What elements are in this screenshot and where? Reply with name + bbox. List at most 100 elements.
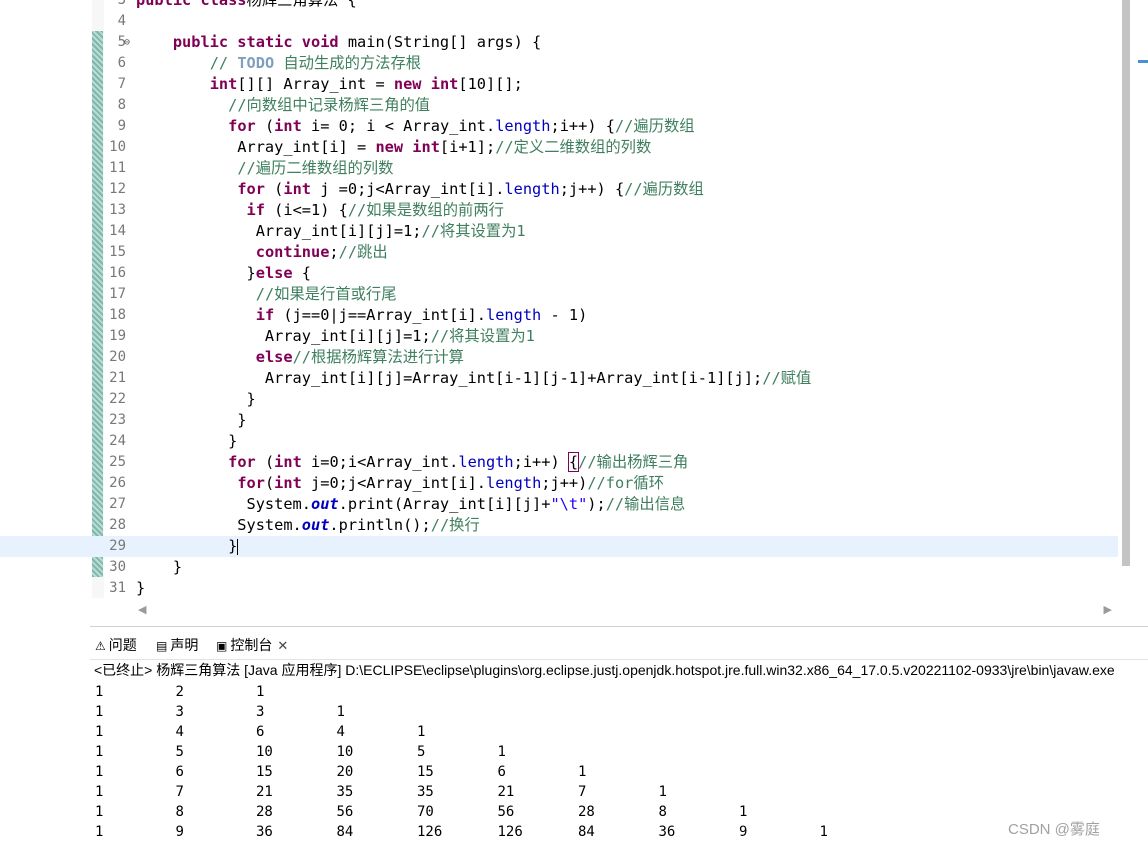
vertical-scrollbar[interactable] [1122,0,1130,566]
code-line[interactable]: 19 Array_int[i][j]=1;//将其设置为1 [0,326,1118,347]
code-token-kw: else [255,348,293,366]
code-token: i=0;i<Array_int. [301,453,459,471]
line-number: 26 [109,475,126,491]
console-output-row: 1 5 10 10 5 1 [95,742,1145,762]
code-text: if (j==0|j==Array_int[i].length - 1) [136,305,588,326]
console-output-value: 15 [417,764,434,780]
overview-marker[interactable] [1138,60,1148,63]
code-line[interactable]: 4 [0,11,1118,32]
code-line[interactable]: 18 if (j==0|j==Array_int[i].length - 1) [0,305,1118,326]
code-token-kw: int [274,117,302,135]
code-line[interactable]: 26 for(int j=0;j<Array_int[i].length;j++… [0,473,1118,494]
code-line[interactable]: 11 //遍历二维数组的列数 [0,158,1118,179]
scroll-left-icon[interactable]: ◀ [138,603,146,616]
code-token: Array_int[i][j]=1; [136,327,431,345]
code-line[interactable]: 14 Array_int[i][j]=1;//将其设置为1 [0,221,1118,242]
code-token-cm: //将其设置为1 [421,222,526,240]
fold-toggle-icon[interactable]: ⊖ [124,32,130,53]
code-token: } [136,432,238,450]
line-number: 10 [109,139,126,155]
code-line[interactable]: 3 public class杨辉三角算法 { [0,0,1118,11]
code-line[interactable]: 20 else//根据杨辉算法进行计算 [0,347,1118,368]
code-line[interactable]: 6 // TODO 自动生成的方法存根 [0,53,1118,74]
code-token: i= 0; i < Array_int. [301,117,496,135]
code-text: //如果是行首或行尾 [136,284,397,305]
line-number: 31 [109,580,126,596]
line-number: 9 [117,118,126,134]
scroll-right-icon[interactable]: ▶ [1104,603,1112,616]
text-caret [237,538,239,555]
code-token-cm: //输出杨辉三角 [578,453,689,471]
line-number: 27 [109,496,126,512]
code-line[interactable]: 9 for (int i= 0; i < Array_int.length;i+… [0,116,1118,137]
horizontal-scrollbar[interactable]: ◀ ▶ [136,603,1112,621]
code-token-kw: for [228,117,256,135]
code-line[interactable]: 31} [0,578,1118,599]
line-number: 19 [109,328,126,344]
code-text: // TODO 自动生成的方法存根 [136,53,421,74]
console-output-row: 1 2 1 [95,682,1145,702]
code-token-cm: //如果是行首或行尾 [255,285,397,303]
code-text: public static void main(String[] args) { [136,32,541,53]
console-output-value: 28 [256,804,273,820]
code-token-fld: length [458,453,514,471]
code-text: } [136,431,237,452]
code-text: //遍历二维数组的列数 [136,158,393,179]
code-line[interactable]: 15 continue;//跳出 [0,242,1118,263]
console-status: <已终止> 杨辉三角算法 [Java 应用程序] D:\ECLIPSE\ecli… [94,662,1115,678]
code-token: { [292,264,311,282]
code-editor[interactable]: 3 public class杨辉三角算法 {4 5 ⊖ public static v… [0,0,1148,625]
tab-declaration[interactable]: ▤ 声明 [156,634,198,656]
code-line[interactable]: 21 Array_int[i][j]=Array_int[i-1][j-1]+A… [0,368,1118,389]
overview-ruler[interactable] [1132,0,1148,600]
code-token: } [136,411,247,429]
code-line[interactable]: 7 int[][] Array_int = new int[10][]; [0,74,1118,95]
tab-problems[interactable]: ⚠ 问题 [95,634,137,656]
code-line[interactable]: 23 } [0,410,1118,431]
console-output-value: 35 [417,784,434,800]
code-line[interactable]: 30 } [0,557,1118,578]
console-output-value: 70 [417,804,434,820]
code-line[interactable]: 17 //如果是行首或行尾 [0,284,1118,305]
code-token-cm: //定义二维数组的列数 [495,138,652,156]
line-number: 23 [109,412,126,428]
code-token: } [136,558,183,576]
code-line[interactable]: 24 } [0,431,1118,452]
code-line[interactable]: 16 }else { [0,263,1118,284]
code-text: Array_int[i][j]=Array_int[i-1][j-1]+Arra… [136,368,811,389]
console-output-value: 9 [175,824,184,840]
console-output[interactable]: 1 2 1 1 3 3 1 1 4 6 4 1 1 5 10 10 5 1 1 6 15 20 15 6 1 1 7 21 35 35 21… [95,682,1145,842]
code-text: } [136,557,182,578]
code-line[interactable]: 28 System.out.println();//换行 [0,515,1118,536]
close-icon[interactable]: ✕ [277,638,288,653]
code-line[interactable]: 25 for (int i=0;i<Array_int.length;i++) … [0,452,1118,473]
code-line[interactable]: 13 if (i<=1) {//如果是数组的前两行 [0,200,1118,221]
line-number: 30 [109,559,126,575]
code-token: j=0;j<Array_int[i]. [301,474,487,492]
code-token-fld: length [486,474,542,492]
code-line[interactable]: 5 ⊖ public static void main(String[] args… [0,32,1118,53]
code-line[interactable]: 8 //向数组中记录杨辉三角的值 [0,95,1118,116]
console-output-row: 1 8 28 56 70 56 28 8 1 [95,802,1145,822]
code-line[interactable]: 27 System.out.print(Array_int[i][j]+"\t"… [0,494,1118,515]
code-text: //向数组中记录杨辉三角的值 [136,95,430,116]
code-token-cm: //遍历二维数组的列数 [237,159,394,177]
code-token: ;i++) { [550,117,615,135]
code-line[interactable]: 10 Array_int[i] = new int[i+1];//定义二维数组的… [0,137,1118,158]
console-output-value: 1 [819,824,828,840]
tab-console[interactable]: ▣ 控制台 ✕ [216,634,289,656]
code-line[interactable]: 29 } [0,536,1118,557]
code-text: } [136,410,247,431]
code-line[interactable]: 22 } [0,389,1118,410]
code-token-kw: new int [375,138,440,156]
code-text: Array_int[i][j]=1;//将其设置为1 [136,221,526,242]
console-output-row: 1 6 15 20 15 6 1 [95,762,1145,782]
code-token: [][] Array_int = [237,75,394,93]
line-number: 17 [109,286,126,302]
code-line[interactable]: 12 for (int j =0;j<Array_int[i].length;j… [0,179,1118,200]
